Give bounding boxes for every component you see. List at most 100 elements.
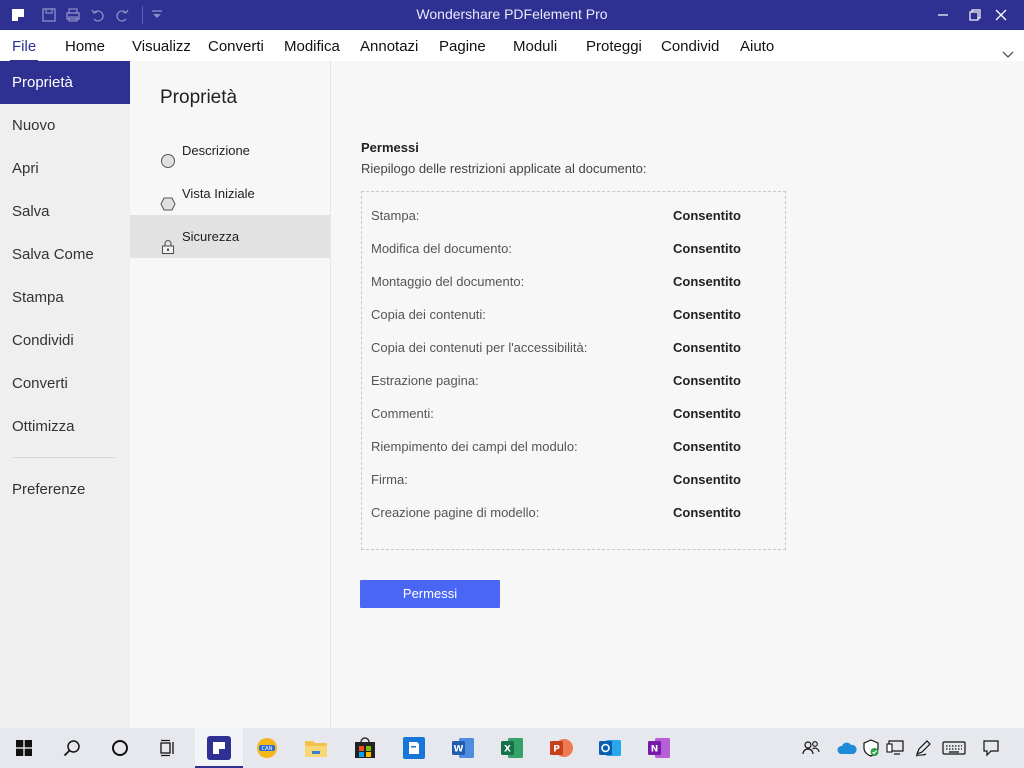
properties-panel: Proprietà Descrizione Vista Iniziale Sic…: [130, 61, 331, 728]
svg-text:P: P: [553, 745, 560, 755]
svg-text:X: X: [504, 745, 511, 755]
menu-protect[interactable]: Proteggi: [586, 38, 642, 55]
permission-label: Modifica del documento:: [371, 241, 512, 256]
sidebar-item-properties[interactable]: Proprietà: [0, 61, 130, 104]
permission-value: Consentito: [673, 406, 741, 421]
permission-label: Riempimento dei campi del modulo:: [371, 439, 578, 454]
permission-value: Consentito: [673, 274, 741, 289]
permission-row: Montaggio del documento: Consentito: [362, 274, 785, 294]
permission-label: Stampa:: [371, 208, 420, 223]
sidebar-item-convert[interactable]: Converti: [0, 362, 130, 405]
menu-home[interactable]: Home: [65, 38, 105, 55]
permission-value: Consentito: [673, 439, 741, 454]
permission-row: Modifica del documento: Consentito: [362, 241, 785, 261]
outlook-icon[interactable]: [586, 728, 634, 768]
properties-item-label: Sicurezza: [182, 229, 240, 244]
search-icon[interactable]: [48, 728, 96, 768]
file-sidebar: Proprietà Nuovo Apri Salva Salva Come St…: [0, 61, 130, 728]
file-explorer-icon[interactable]: [292, 728, 340, 768]
menu-share[interactable]: Condivid: [661, 38, 719, 55]
permission-label: Copia dei contenuti:: [371, 307, 486, 322]
sidebar-item-new[interactable]: Nuovo: [0, 104, 130, 147]
cortana-icon[interactable]: [96, 728, 144, 768]
menu-convert[interactable]: Converti: [208, 38, 264, 55]
onedrive-icon[interactable]: [835, 728, 859, 768]
menu-pages[interactable]: Pagine: [439, 38, 486, 55]
menu-edit[interactable]: Modifica: [284, 38, 340, 55]
permission-value: Consentito: [673, 505, 741, 520]
permissions-summary: Stampa: Consentito Modifica del document…: [361, 191, 786, 550]
sidebar-item-share[interactable]: Condividi: [0, 319, 130, 362]
properties-item-description[interactable]: Descrizione: [130, 129, 330, 172]
lock-icon: [160, 229, 176, 255]
permission-label: Estrazione pagina:: [371, 373, 479, 388]
permission-value: Consentito: [673, 307, 741, 322]
taskbar: CAN W X P N: [0, 728, 1024, 768]
keyboard-icon[interactable]: [940, 728, 968, 768]
permission-row: Firma: Consentito: [362, 472, 785, 492]
word-icon[interactable]: W: [439, 728, 487, 768]
title-bar: Wondershare PDFelement Pro: [0, 0, 1024, 30]
properties-title: Proprietà: [160, 87, 238, 108]
store-icon[interactable]: [341, 728, 389, 768]
menu-help[interactable]: Aiuto: [740, 38, 774, 55]
network-icon[interactable]: [884, 728, 906, 768]
canary-browser-icon[interactable]: CAN: [243, 728, 291, 768]
properties-item-initial-view[interactable]: Vista Iniziale: [130, 172, 330, 215]
sidebar-item-open[interactable]: Apri: [0, 147, 130, 190]
people-icon[interactable]: [798, 728, 824, 768]
permissions-button[interactable]: Permessi: [360, 580, 500, 608]
permission-label: Firma:: [371, 472, 408, 487]
pdfelement-icon[interactable]: [195, 728, 243, 768]
circle-icon: [160, 143, 176, 168]
notifications-icon[interactable]: [978, 728, 1004, 768]
properties-item-label: Vista Iniziale: [182, 186, 255, 201]
permission-row: Creazione pagine di modello: Consentito: [362, 505, 785, 525]
menu-forms[interactable]: Moduli: [513, 38, 557, 55]
menu-view[interactable]: Visualizz: [132, 38, 191, 55]
onenote-icon[interactable]: N: [635, 728, 683, 768]
close-button[interactable]: [978, 0, 1024, 30]
permission-label: Montaggio del documento:: [371, 274, 525, 289]
permission-label: Commenti:: [371, 406, 434, 421]
permission-value: Consentito: [673, 472, 741, 487]
permission-value: Consentito: [673, 340, 741, 355]
svg-text:N: N: [651, 745, 659, 755]
svg-text:W: W: [454, 745, 464, 755]
permissions-subtitle: Riepilogo delle restrizioni applicate al…: [361, 161, 647, 176]
permission-value: Consentito: [673, 373, 741, 388]
windows-start-icon[interactable]: [0, 728, 48, 768]
permission-label: Copia dei contenuti per l'accessibilità:: [371, 340, 588, 355]
properties-item-security[interactable]: Sicurezza: [130, 215, 330, 258]
menu-file[interactable]: File: [9, 38, 39, 62]
sidebar-item-save-as[interactable]: Salva Come: [0, 233, 130, 276]
permission-label: Creazione pagine di modello:: [371, 505, 540, 520]
permission-row: Riempimento dei campi del modulo: Consen…: [362, 439, 785, 459]
excel-icon[interactable]: X: [488, 728, 536, 768]
powerpoint-icon[interactable]: P: [537, 728, 585, 768]
security-content: Permessi Riepilogo delle restrizioni app…: [331, 61, 1024, 728]
sidebar-divider: [12, 457, 115, 458]
permission-row: Copia dei contenuti: Consentito: [362, 307, 785, 327]
menu-bar: File Home Visualizz Converti Modifica An…: [0, 30, 1024, 62]
permissions-title: Permessi: [361, 140, 419, 155]
properties-item-label: Descrizione: [182, 143, 250, 158]
sidebar-item-optimize[interactable]: Ottimizza: [0, 405, 130, 448]
permission-row: Copia dei contenuti per l'accessibilità:…: [362, 340, 785, 360]
window-title: Wondershare PDFelement Pro: [416, 6, 608, 22]
svg-text:CAN: CAN: [262, 746, 273, 752]
permission-row: Commenti: Consentito: [362, 406, 785, 426]
permission-row: Estrazione pagina: Consentito: [362, 373, 785, 393]
permission-row: Stampa: Consentito: [362, 208, 785, 228]
sidebar-item-save[interactable]: Salva: [0, 190, 130, 233]
permission-value: Consentito: [673, 241, 741, 256]
hexagon-icon: [160, 186, 176, 211]
defender-icon[interactable]: [860, 728, 882, 768]
sidebar-item-print[interactable]: Stampa: [0, 276, 130, 319]
task-view-icon[interactable]: [144, 728, 192, 768]
sidebar-item-preferences[interactable]: Preferenze: [0, 468, 130, 511]
menu-annotate[interactable]: Annotazi: [360, 38, 418, 55]
pen-icon[interactable]: [911, 728, 935, 768]
pdf-app-icon[interactable]: [390, 728, 438, 768]
permission-value: Consentito: [673, 208, 741, 223]
